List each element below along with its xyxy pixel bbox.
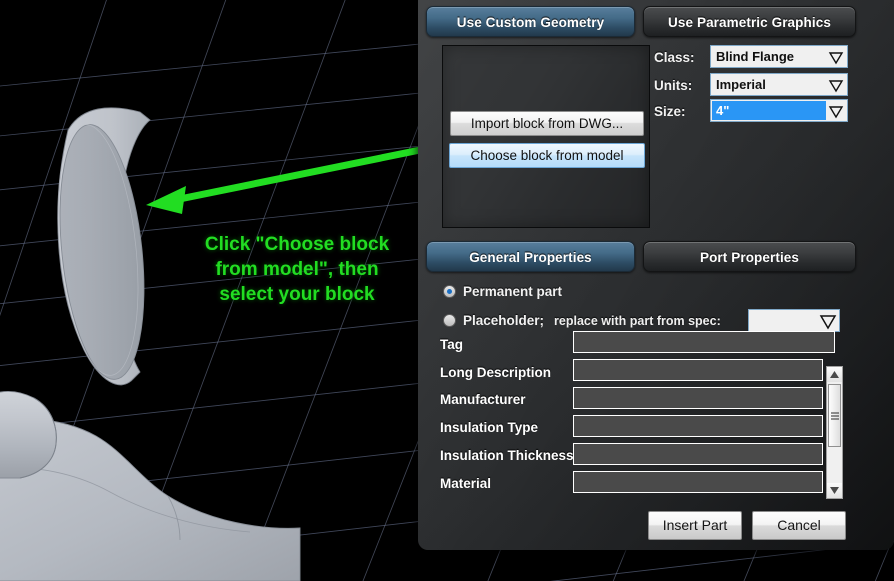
property-tab-row: General Properties Port Properties <box>426 241 856 272</box>
size-value: 4" <box>716 103 730 118</box>
material-label: Material <box>440 476 492 491</box>
tab-use-custom-geometry[interactable]: Use Custom Geometry <box>426 6 635 37</box>
size-label: Size: <box>654 104 686 119</box>
tag-input[interactable] <box>573 331 835 353</box>
long-description-label: Long Description <box>440 365 551 380</box>
material-input[interactable] <box>573 471 823 493</box>
manufacturer-input[interactable] <box>573 387 823 409</box>
units-dropdown[interactable]: Imperial <box>710 73 848 96</box>
placeholder-spec-dropdown[interactable] <box>748 309 840 332</box>
insert-part-dialog: Use Custom Geometry Use Parametric Graph… <box>418 0 894 550</box>
permanent-part-radio[interactable] <box>443 285 456 298</box>
tab-general-properties[interactable]: General Properties <box>426 241 635 272</box>
insulation-type-label: Insulation Type <box>440 420 539 435</box>
placeholder-note: replace with part from spec: <box>554 313 721 328</box>
screen-root: Use Custom Geometry Use Parametric Graph… <box>0 0 894 581</box>
tab-use-parametric-graphics[interactable]: Use Parametric Graphics <box>643 6 856 37</box>
placeholder-label: Placeholder; <box>463 313 545 328</box>
size-dropdown[interactable]: 4" <box>710 99 848 122</box>
chevron-down-icon <box>828 80 844 93</box>
insulation-type-input[interactable] <box>573 415 823 437</box>
permanent-part-radio-row[interactable]: Permanent part <box>443 284 562 299</box>
class-value: Blind Flange <box>716 49 794 64</box>
class-label: Class: <box>654 50 695 65</box>
class-dropdown[interactable]: Blind Flange <box>710 45 848 68</box>
placeholder-radio-row[interactable]: Placeholder; replace with part from spec… <box>443 313 721 328</box>
import-block-from-dwg-button[interactable]: Import block from DWG... <box>450 111 644 136</box>
placeholder-spec-value <box>754 310 817 331</box>
units-value: Imperial <box>716 77 766 92</box>
insulation-thickness-label: Insulation Thickness <box>440 448 574 463</box>
insert-part-button[interactable]: Insert Part <box>648 511 742 540</box>
placeholder-radio[interactable] <box>443 314 456 327</box>
tab-port-properties[interactable]: Port Properties <box>643 241 856 272</box>
permanent-part-label: Permanent part <box>463 284 563 299</box>
geometry-tab-row: Use Custom Geometry Use Parametric Graph… <box>426 6 856 37</box>
tag-label: Tag <box>440 337 463 352</box>
chevron-down-icon <box>828 52 844 65</box>
choose-block-from-model-button[interactable]: Choose block from model <box>449 143 645 168</box>
long-description-input[interactable] <box>573 359 823 381</box>
manufacturer-label: Manufacturer <box>440 392 526 407</box>
units-label: Units: <box>654 78 693 93</box>
chevron-down-icon <box>828 106 844 119</box>
block-preview-box[interactable] <box>442 45 650 228</box>
chevron-down-icon <box>819 315 837 330</box>
cancel-button[interactable]: Cancel <box>752 511 846 540</box>
insulation-thickness-input[interactable] <box>573 443 823 465</box>
